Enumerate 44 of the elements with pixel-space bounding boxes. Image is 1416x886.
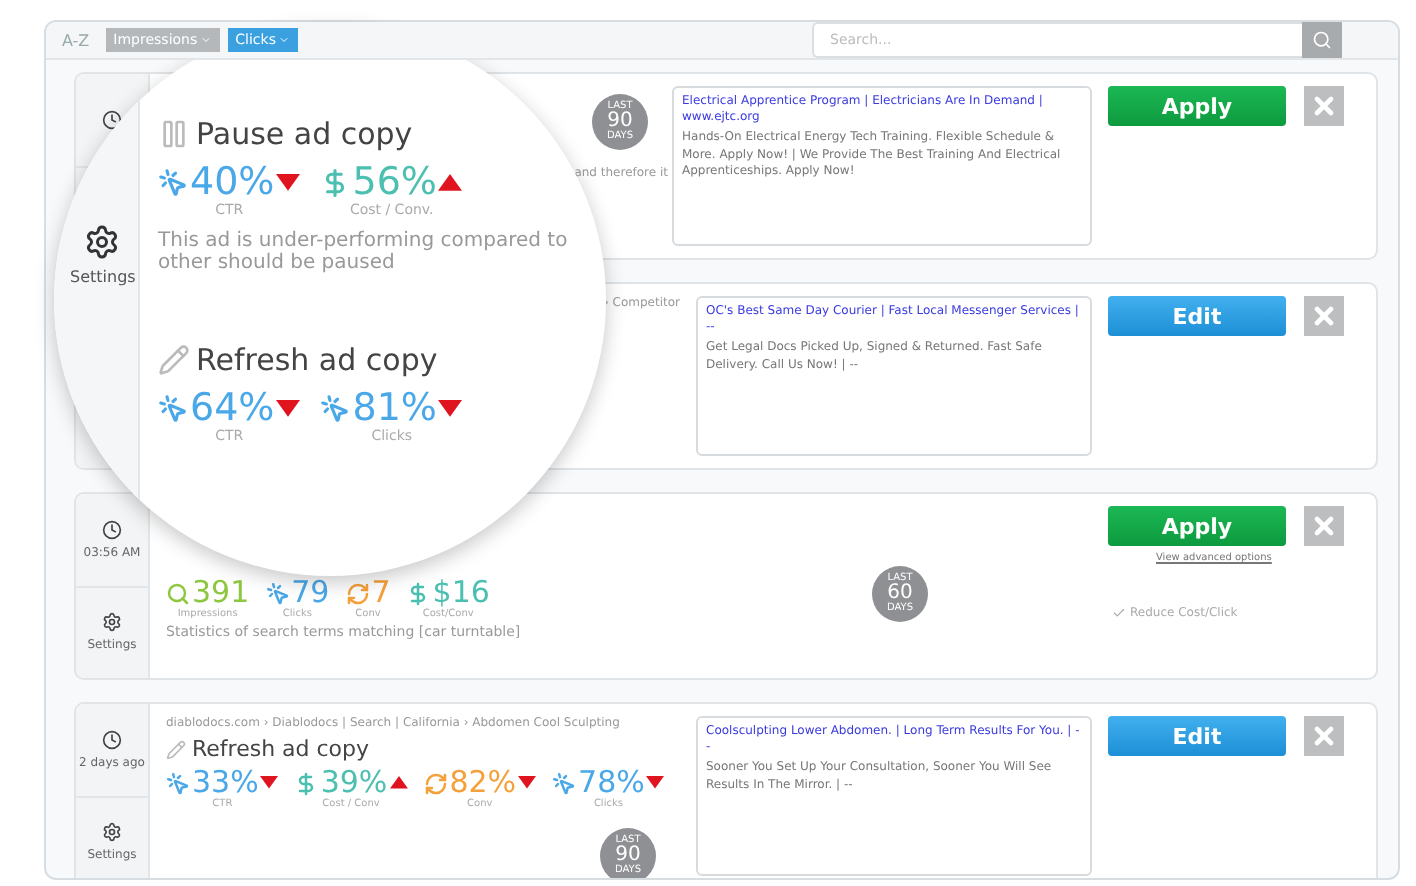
card-title: Refresh ad copy <box>196 342 438 378</box>
description-text: This ad is under-performing compared to other should be paused <box>158 230 570 274</box>
metric-value: 78% <box>578 768 645 798</box>
metric-value: 39% <box>320 768 388 798</box>
chevron-down-icon <box>277 34 290 46</box>
pause-icon <box>158 118 190 150</box>
metric-value: 81% <box>352 390 437 428</box>
close-icon <box>1310 302 1338 330</box>
edit-button[interactable]: Edit <box>1108 716 1286 756</box>
clock-icon <box>102 109 122 130</box>
pencil-icon <box>158 344 190 376</box>
clock-icon <box>102 729 122 750</box>
search-icon <box>1312 30 1332 50</box>
card-title: Refresh ad copy <box>192 736 370 762</box>
close-icon <box>1310 722 1338 750</box>
apply-button[interactable]: Apply <box>1108 506 1286 546</box>
metric-value: 56% <box>352 164 437 202</box>
close-icon <box>1310 92 1338 120</box>
metric-value: 64% <box>190 390 275 428</box>
close-button[interactable] <box>1304 296 1344 336</box>
close-button[interactable] <box>1304 506 1344 546</box>
close-button[interactable] <box>1304 86 1344 126</box>
metric-value: $16 <box>432 578 490 608</box>
metric-value: 82% <box>449 768 517 798</box>
pencil-icon <box>166 739 186 759</box>
settings-icon[interactable] <box>84 224 121 260</box>
settings-icon[interactable] <box>102 612 122 633</box>
metric-value: 40% <box>190 164 275 202</box>
close-icon <box>1310 512 1338 540</box>
chevron-down-icon <box>199 34 212 46</box>
metric-value: 33% <box>192 768 259 798</box>
metric-value: 79 <box>291 578 330 608</box>
search-button[interactable] <box>1302 22 1342 58</box>
clock-icon <box>102 519 122 540</box>
settings-icon[interactable] <box>102 822 122 843</box>
card-title: Pause ad copy <box>196 116 413 152</box>
metric-value: 7 <box>371 578 391 608</box>
apply-button[interactable]: Apply <box>1108 86 1286 126</box>
edit-button[interactable]: Edit <box>1108 296 1286 336</box>
sort-label[interactable]: A-Z <box>62 31 90 49</box>
settings-label[interactable]: Settings <box>70 268 136 286</box>
metric-value: 391 <box>192 578 250 608</box>
close-button[interactable] <box>1304 716 1344 756</box>
check-icon <box>1112 606 1126 620</box>
